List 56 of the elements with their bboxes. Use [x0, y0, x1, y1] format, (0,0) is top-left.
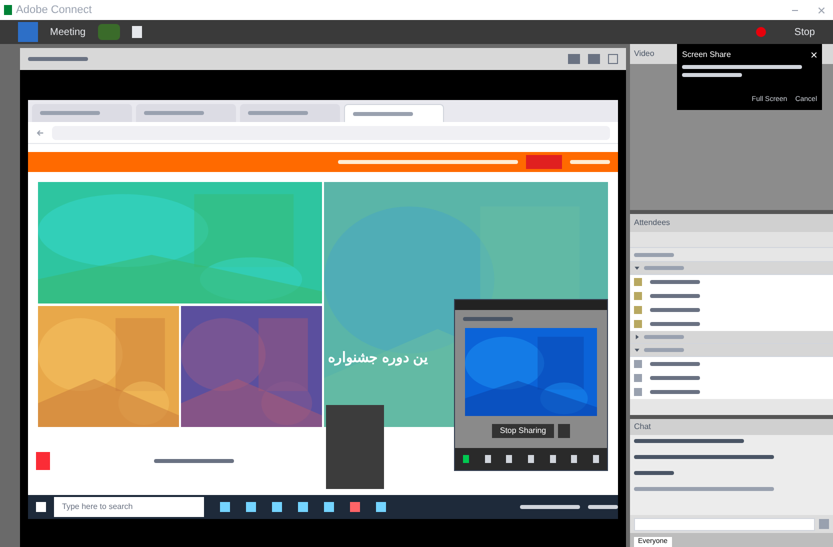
- stop-sharing-button[interactable]: Stop Sharing: [492, 424, 554, 438]
- blurred-text: [144, 111, 204, 115]
- stop-button[interactable]: Stop: [794, 24, 815, 40]
- attendee-row[interactable]: [630, 317, 833, 331]
- back-arrow-icon[interactable]: [36, 128, 44, 136]
- logo-icon: [18, 22, 38, 42]
- pod-title: Attendees: [634, 217, 670, 229]
- blurred-text: [682, 73, 742, 77]
- blurred-text: [650, 362, 700, 366]
- section-logo: [36, 452, 50, 470]
- blurred-text: [634, 471, 674, 475]
- blurred-text: [650, 390, 700, 394]
- attendee-row[interactable]: [630, 385, 833, 399]
- blurred-text: [248, 111, 308, 115]
- app-icon: [4, 5, 12, 15]
- browser-tab[interactable]: [32, 104, 132, 122]
- blurred-text: [644, 266, 684, 270]
- window-title: Adobe Connect: [16, 2, 92, 18]
- browser-tab[interactable]: [344, 104, 444, 122]
- blurred-text: [353, 112, 413, 116]
- blurred-text: [644, 348, 684, 352]
- blurred-text: [570, 160, 610, 164]
- blurred-text: [650, 376, 700, 380]
- toolbar-icon[interactable]: [550, 455, 556, 463]
- notification-title: Screen Share: [682, 49, 731, 61]
- blurred-text: [650, 322, 700, 326]
- taskbar-search-field[interactable]: Type here to search: [54, 497, 204, 517]
- browser-tab[interactable]: [240, 104, 340, 122]
- menu-item[interactable]: Meeting: [50, 24, 86, 40]
- attendee-row[interactable]: [630, 357, 833, 371]
- blurred-text: [644, 335, 684, 339]
- windows-start-icon[interactable]: [36, 502, 46, 512]
- blurred-text: [634, 252, 674, 256]
- blurred-text: [650, 280, 700, 284]
- blurred-text: [28, 57, 88, 61]
- toolbar-icon[interactable]: [484, 455, 491, 463]
- attendee-row[interactable]: [630, 275, 833, 289]
- toolbar-icon[interactable]: [571, 455, 578, 463]
- blurred-text: [520, 505, 580, 509]
- pause-icon[interactable]: [558, 424, 570, 438]
- toolbar-icon[interactable]: [506, 455, 512, 463]
- search-field[interactable]: [630, 232, 833, 248]
- blurred-text: [650, 308, 700, 312]
- fullscreen-icon[interactable]: [608, 54, 618, 64]
- chat-input-field[interactable]: [634, 518, 815, 530]
- toolbar-icon[interactable]: [593, 455, 600, 463]
- browser-tab[interactable]: [136, 104, 236, 122]
- blurred-text: [650, 294, 700, 298]
- toolbar-icon[interactable]: [528, 455, 534, 463]
- record-icon[interactable]: [756, 27, 766, 37]
- pod-title: Chat: [634, 421, 651, 433]
- toolbar-icon[interactable]: [462, 455, 469, 463]
- badge: [526, 155, 562, 169]
- blurred-text: [40, 111, 100, 115]
- blurred-text: [588, 505, 618, 509]
- pod-title: Video: [634, 48, 654, 60]
